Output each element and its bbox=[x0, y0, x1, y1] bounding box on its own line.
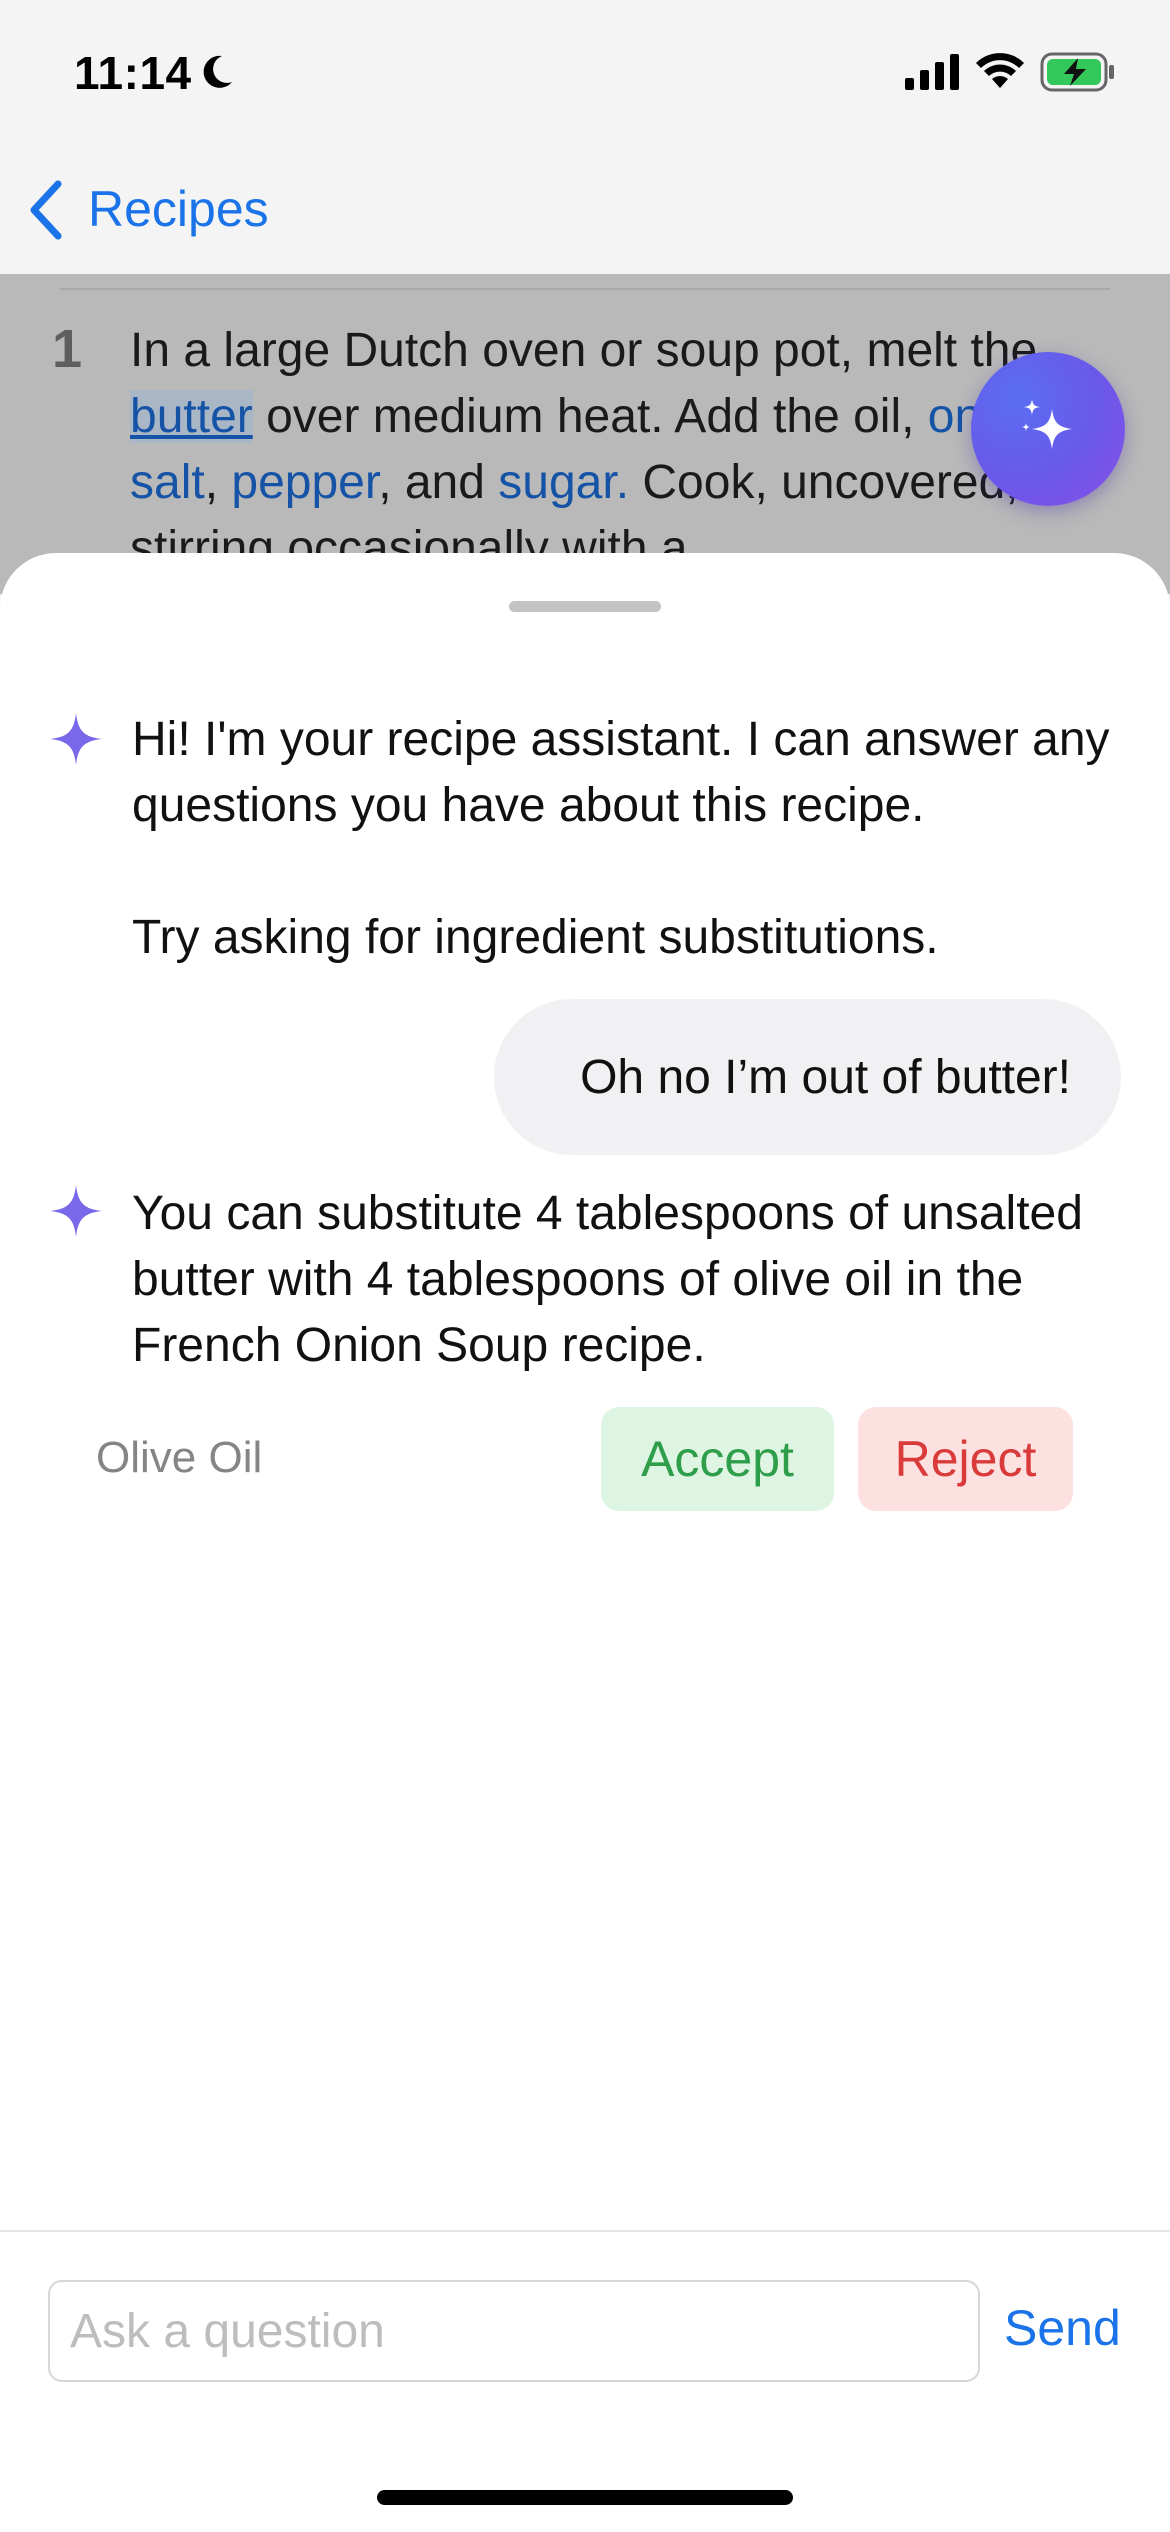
cellular-signal-icon bbox=[905, 54, 959, 90]
step-text-fragment: In a large Dutch oven or soup pot, melt … bbox=[130, 324, 1038, 377]
assistant-message: Try asking for ingredient substitutions. bbox=[132, 911, 939, 964]
status-time: 11:14 bbox=[74, 47, 192, 99]
assistant-message: Hi! I'm your recipe assistant. I can ans… bbox=[132, 713, 1110, 832]
status-bar: 11:14 bbox=[0, 0, 1170, 150]
send-button[interactable]: Send bbox=[1004, 2299, 1121, 2357]
step-text-fragment: , and bbox=[378, 456, 499, 509]
reject-button[interactable]: Reject bbox=[858, 1407, 1073, 1511]
question-input[interactable] bbox=[48, 2280, 980, 2382]
moon-icon bbox=[203, 55, 232, 88]
assistant-sheet: Hi! I'm your recipe assistant. I can ans… bbox=[0, 553, 1170, 2532]
assistant-message: You can substitute 4 tablespoons of unsa… bbox=[132, 1187, 1083, 1372]
chevron-left-icon[interactable] bbox=[26, 178, 66, 242]
sparkles-icon bbox=[1022, 399, 1072, 449]
battery-charging-icon bbox=[1040, 52, 1114, 92]
input-divider bbox=[0, 2230, 1170, 2232]
user-message-bubble: Oh no I’m out of butter! bbox=[494, 999, 1121, 1155]
accept-button[interactable]: Accept bbox=[601, 1407, 834, 1511]
ingredient-link[interactable]: pepper bbox=[231, 456, 378, 509]
home-indicator bbox=[377, 2490, 793, 2505]
ingredient-link-selected[interactable]: butter bbox=[130, 390, 253, 443]
sheet-grabber[interactable] bbox=[509, 601, 661, 612]
sparkle-icon bbox=[50, 713, 102, 765]
step-number: 1 bbox=[52, 319, 83, 379]
step-text-fragment: , bbox=[204, 456, 232, 509]
wifi-icon bbox=[976, 53, 1024, 88]
ingredient-link[interactable]: sugar. bbox=[498, 456, 629, 509]
ingredient-link[interactable]: salt bbox=[130, 456, 205, 509]
sparkle-icon bbox=[50, 1185, 102, 1237]
divider bbox=[60, 288, 1110, 290]
step-text-fragment: over medium heat. Add the oil, bbox=[252, 390, 928, 443]
substitution-label: Olive Oil bbox=[96, 1433, 263, 1482]
user-message: Oh no I’m out of butter! bbox=[580, 1050, 1071, 1104]
navigation-bar: Recipes bbox=[0, 150, 1170, 274]
assistant-fab-button[interactable] bbox=[971, 352, 1125, 506]
back-button[interactable]: Recipes bbox=[88, 180, 269, 238]
